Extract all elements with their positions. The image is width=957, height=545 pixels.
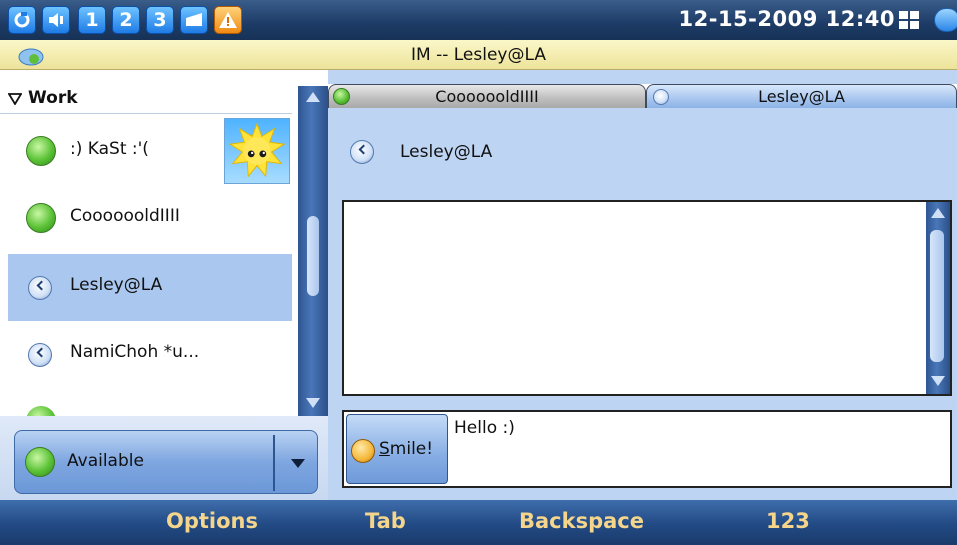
away-status-icon xyxy=(350,140,374,164)
chat-tab-bar: CooooooldIIII Lesley@LA xyxy=(328,84,957,108)
group-header-work[interactable]: Work xyxy=(0,84,292,114)
contact-item[interactable]: NamiChoh *u... xyxy=(8,321,292,388)
away-status-icon xyxy=(28,343,52,367)
alert-icon[interactable] xyxy=(214,6,242,34)
window-title: IM -- Lesley@LA xyxy=(411,45,546,65)
message-composer[interactable]: Smile! Hello :) xyxy=(342,410,952,488)
chat-history[interactable] xyxy=(342,200,952,396)
presence-label: Available xyxy=(67,451,144,471)
smile-button[interactable]: Smile! xyxy=(346,414,448,484)
mail-icon[interactable] xyxy=(180,6,208,34)
contact-name: NamiChoh *u... xyxy=(70,342,200,362)
away-status-icon xyxy=(28,276,52,300)
contact-name: CooooooldIIII xyxy=(70,206,180,226)
tab-softkey[interactable]: Tab xyxy=(365,509,406,533)
tab-label: CooooooldIIII xyxy=(435,87,539,106)
contact-item[interactable]: CooooooldIIII xyxy=(8,185,292,252)
scroll-up-icon[interactable] xyxy=(931,208,945,218)
softkey-bar: Options Tab Backspace 123 xyxy=(0,500,957,545)
contact-panel: Work :) KaSt :'( CooooooldIIII Lesley@LA… xyxy=(0,70,328,500)
chat-panel: CooooooldIIII Lesley@LA Lesley@LA Smile!… xyxy=(328,70,957,500)
scroll-thumb[interactable] xyxy=(930,230,944,362)
title-bar: IM -- Lesley@LA xyxy=(0,40,957,70)
avatar xyxy=(224,118,290,184)
presence-dropdown[interactable]: Available xyxy=(14,430,318,494)
volume-icon[interactable] xyxy=(42,6,70,34)
smiley-icon xyxy=(351,439,375,463)
chat-icon[interactable] xyxy=(934,8,957,32)
tab-cooooooldiiii[interactable]: CooooooldIIII xyxy=(328,84,646,108)
message-input[interactable]: Hello :) xyxy=(454,418,515,438)
contact-name: :) KaSt :'( xyxy=(70,139,149,159)
group-label: Work xyxy=(28,88,78,108)
status-bar: 1 2 3 12-15-2009 12:40 xyxy=(0,0,957,40)
scroll-up-icon[interactable] xyxy=(306,92,320,102)
contact-list-scrollbar[interactable] xyxy=(298,86,328,416)
clock: 12-15-2009 12:40 xyxy=(678,7,895,31)
refresh-icon[interactable] xyxy=(8,6,36,34)
tab-lesley[interactable]: Lesley@LA xyxy=(646,84,957,108)
options-softkey[interactable]: Options xyxy=(166,509,258,533)
line-3-icon[interactable]: 3 xyxy=(146,6,174,34)
input-mode-softkey[interactable]: 123 xyxy=(766,509,810,533)
tab-label: Lesley@LA xyxy=(758,87,845,106)
contact-item-selected[interactable]: Lesley@LA xyxy=(8,254,292,321)
line-1-icon[interactable]: 1 xyxy=(78,6,106,34)
presence-area: Available xyxy=(0,416,328,500)
dropdown-divider xyxy=(273,435,275,491)
chat-history-scrollbar[interactable] xyxy=(926,202,950,394)
grid-icon[interactable] xyxy=(899,11,919,29)
chevron-down-icon[interactable] xyxy=(291,459,305,468)
contact-name: Lesley@LA xyxy=(70,275,163,295)
scroll-down-icon[interactable] xyxy=(931,376,945,386)
scroll-down-icon[interactable] xyxy=(306,398,320,408)
online-status-icon xyxy=(26,136,56,166)
partial-contact-status-icon xyxy=(26,406,56,416)
backspace-softkey[interactable]: Backspace xyxy=(519,509,644,533)
chat-partner-name: Lesley@LA xyxy=(400,142,493,162)
available-status-icon xyxy=(25,447,55,477)
smile-button-label: Smile! xyxy=(379,439,434,459)
collapse-triangle-icon xyxy=(8,93,22,105)
scroll-thumb[interactable] xyxy=(307,216,319,296)
line-2-icon[interactable]: 2 xyxy=(112,6,140,34)
online-status-icon xyxy=(26,203,56,233)
